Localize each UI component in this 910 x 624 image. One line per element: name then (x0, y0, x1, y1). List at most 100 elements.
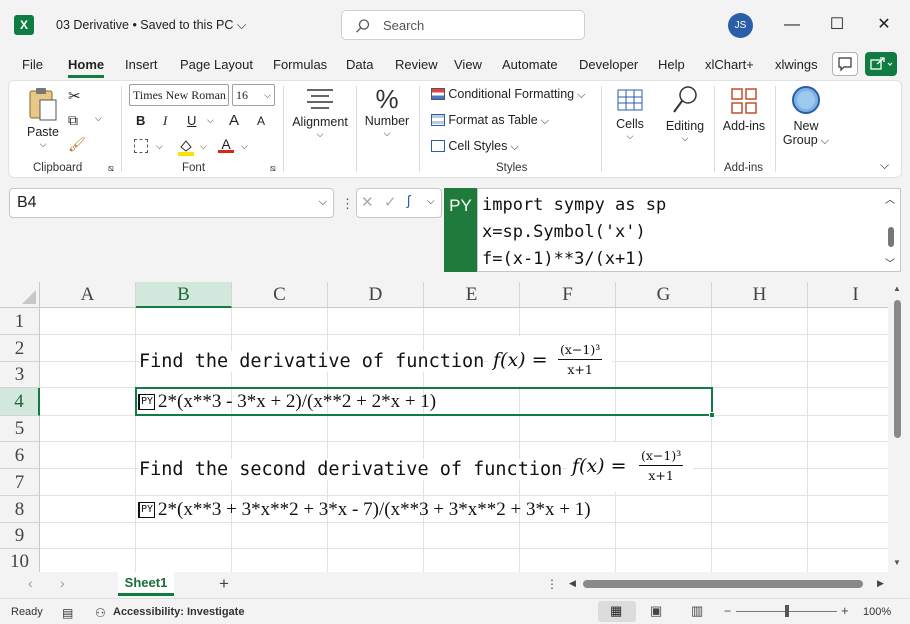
fill-handle[interactable] (709, 412, 715, 418)
column-header-e[interactable]: E (424, 282, 520, 308)
scroll-up-arrow-icon[interactable]: ▲ (893, 284, 901, 293)
italic-button[interactable]: I (163, 113, 167, 129)
menu-help[interactable]: Help (658, 56, 685, 78)
prev-sheet-icon[interactable]: ‹ (28, 575, 33, 591)
row-header-7[interactable]: 7 (0, 469, 40, 496)
bold-button[interactable]: B (136, 113, 145, 128)
ribbon-collapse-icon[interactable]: ⌵ (880, 158, 889, 173)
chevron-down-icon[interactable]: ⌵ (427, 196, 435, 207)
column-header-i[interactable]: I (808, 282, 888, 308)
maximize-button[interactable]: ☐ (827, 14, 847, 36)
cell-b8[interactable]: PY 2*(x**3 + 3*x**2 + 3*x - 7)/(x**3 + 3*… (138, 499, 591, 521)
menu-view[interactable]: View (454, 56, 482, 78)
menu-developer[interactable]: Developer (579, 56, 638, 78)
normal-view-button[interactable]: ▦ (598, 601, 636, 622)
zoom-out-icon[interactable]: − (724, 604, 731, 618)
column-header-d[interactable]: D (328, 282, 424, 308)
minimize-button[interactable]: — (782, 14, 802, 36)
font-size-select[interactable]: 16 ⌵ (232, 84, 275, 106)
spreadsheet-grid[interactable]: A B C D E F G H I 1 2 3 4 5 6 7 8 9 10 F… (0, 282, 888, 572)
next-sheet-icon[interactable]: › (60, 575, 65, 591)
row-header-5[interactable]: 5 (0, 416, 40, 442)
tab-split-icon[interactable]: ⋮ (546, 577, 558, 591)
menu-home[interactable]: Home (68, 56, 105, 78)
horizontal-scrollbar-thumb[interactable] (583, 580, 863, 588)
format-as-table-button[interactable]: Format as Table ⌵ (431, 113, 549, 128)
function-equation-image[interactable]: f(x) = (x−1)³ x+1 (488, 336, 612, 386)
format-painter-icon[interactable]: 🖌 (68, 136, 86, 153)
number-format-button[interactable]: % Number ⌵ (360, 84, 414, 139)
function-equation-image-2[interactable]: f(x) = (x−1)³ x+1 (567, 442, 693, 492)
scroll-down-arrow-icon[interactable]: ▼ (893, 558, 901, 567)
cells-button[interactable]: Cells ⌵ (608, 86, 652, 142)
select-all-corner[interactable] (0, 282, 40, 308)
row-header-10[interactable]: 10 (0, 549, 40, 572)
dialog-launcher-icon[interactable]: ⧅ (270, 163, 276, 174)
menu-review[interactable]: Review (395, 56, 438, 78)
chevron-down-icon[interactable]: ⌵ (241, 141, 248, 152)
menu-insert[interactable]: Insert (125, 56, 158, 78)
add-sheet-icon[interactable]: + (219, 574, 229, 594)
cell-b4[interactable]: PY 2*(x**3 - 3*x + 2)/(x**2 + 2*x + 1) (138, 391, 436, 413)
accessibility-icon[interactable]: ⚇ (95, 606, 106, 620)
comments-button[interactable] (832, 52, 858, 76)
add-ins-button[interactable]: Add-ins (720, 86, 768, 133)
cell-styles-button[interactable]: Cell Styles ⌵ (431, 139, 519, 154)
chevron-down-icon[interactable]: ⌵ (95, 113, 102, 124)
vertical-scrollbar-thumb[interactable] (894, 300, 901, 438)
zoom-in-icon[interactable]: + (841, 603, 849, 618)
scroll-down-icon[interactable]: ﹀ (885, 255, 895, 270)
dialog-launcher-icon[interactable]: ⧅ (108, 163, 114, 174)
column-header-a[interactable]: A (40, 282, 136, 308)
close-button[interactable]: ✕ (874, 14, 894, 36)
menu-xlchart[interactable]: xlChart+ (705, 56, 754, 78)
alignment-button[interactable]: Alignment ⌵ (290, 86, 350, 140)
copy-icon[interactable]: ⧉ (68, 112, 78, 129)
avatar[interactable]: JS (728, 13, 753, 38)
cell-b6[interactable]: Find the second derivative of function (139, 459, 563, 480)
scroll-left-arrow-icon[interactable]: ◀ (569, 578, 576, 589)
conditional-formatting-button[interactable]: Conditional Formatting ⌵ (431, 87, 586, 102)
check-icon[interactable]: ✓ (384, 193, 397, 211)
menu-formulas[interactable]: Formulas (273, 56, 327, 78)
menu-data[interactable]: Data (346, 56, 373, 78)
new-group-button[interactable]: New Group ⌵ (781, 84, 831, 148)
column-header-h[interactable]: H (712, 282, 808, 308)
editing-button[interactable]: Editing ⌵ (662, 84, 708, 144)
row-header-2[interactable]: 2 (0, 335, 40, 362)
name-box[interactable]: B4 ⌵ (9, 188, 334, 218)
font-family-select[interactable]: Times New Roman (129, 84, 229, 106)
document-title[interactable]: 03 Derivative • Saved to this PC ⌵ (56, 18, 246, 33)
menu-automate[interactable]: Automate (502, 56, 558, 78)
cell-b2[interactable]: Find the derivative of function (139, 351, 485, 372)
column-header-b[interactable]: B (136, 282, 232, 308)
row-header-8[interactable]: 8 (0, 496, 40, 523)
page-break-view-icon[interactable]: ▥ (691, 603, 703, 619)
underline-button[interactable]: U (187, 113, 196, 128)
shrink-font-button[interactable]: A (257, 114, 265, 128)
python-mode-icon[interactable]: ʃ (407, 192, 410, 208)
scroll-right-arrow-icon[interactable]: ▶ (877, 578, 884, 589)
row-header-4[interactable]: 4 (0, 388, 40, 416)
row-header-1[interactable]: 1 (0, 308, 40, 335)
chevron-down-icon[interactable]: ⌵ (200, 141, 207, 152)
column-header-g[interactable]: G (616, 282, 712, 308)
page-layout-view-icon[interactable]: ▣ (650, 603, 662, 619)
row-header-3[interactable]: 3 (0, 362, 40, 388)
grow-font-button[interactable]: A (229, 112, 239, 129)
column-header-f[interactable]: F (520, 282, 616, 308)
fill-color-icon[interactable] (177, 138, 195, 159)
macro-recording-icon[interactable]: ▤ (62, 606, 73, 620)
menu-xlwings[interactable]: xlwings (775, 56, 818, 78)
font-color-icon[interactable]: A (218, 136, 234, 153)
borders-icon[interactable] (134, 139, 148, 153)
chevron-down-icon[interactable]: ⌵ (207, 115, 214, 126)
scroll-up-icon[interactable]: ︿ (885, 191, 895, 206)
menu-page-layout[interactable]: Page Layout (180, 56, 253, 78)
zoom-level[interactable]: 100% (863, 606, 891, 618)
row-header-9[interactable]: 9 (0, 523, 40, 549)
chevron-down-icon[interactable]: ⌵ (156, 141, 163, 152)
formula-input[interactable]: import sympy as sp x=sp.Symbol('x') f=(x… (477, 188, 901, 272)
row-header-6[interactable]: 6 (0, 442, 40, 469)
paste-button[interactable]: Paste ⌵ (26, 86, 60, 150)
